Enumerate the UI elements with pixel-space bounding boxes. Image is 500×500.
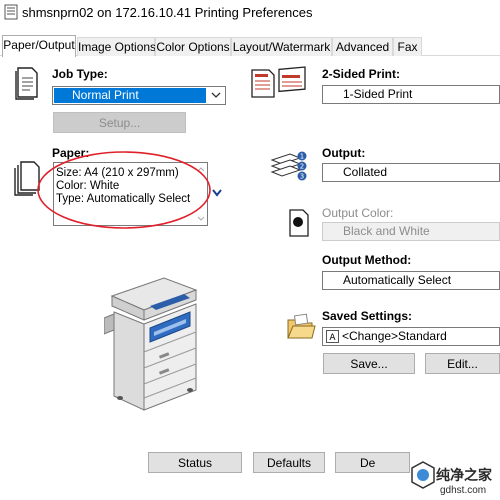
output-select[interactable]: Collated	[322, 163, 500, 182]
tab-advanced[interactable]: Advanced	[332, 37, 393, 56]
paper-stack-icon	[14, 161, 40, 196]
saved-settings-value: <Change>Standard	[342, 329, 447, 343]
saved-settings-label: Saved Settings:	[322, 309, 413, 323]
paper-type-text: Type: Automatically Select	[56, 193, 191, 205]
output-method-label: Output Method:	[322, 253, 412, 267]
printer-illustration	[104, 277, 198, 411]
output-color-value: Black and White	[343, 224, 430, 238]
paper-info-box[interactable]: Size: A4 (210 x 297mm) Color: White Type…	[53, 162, 208, 226]
job-type-label: Job Type:	[52, 67, 108, 81]
job-type-document-icon	[15, 67, 38, 100]
status-button[interactable]: Status	[148, 452, 242, 473]
svg-text:2: 2	[300, 163, 304, 171]
window-title: shmsnprn02 on 172.16.10.41 Printing Pref…	[22, 5, 313, 20]
paper-color-text: Color: White	[56, 180, 120, 192]
scroll-down-icon[interactable]	[197, 216, 205, 222]
output-color-select[interactable]: Black and White	[322, 222, 500, 241]
tab-paper-output[interactable]: Paper/Output	[2, 35, 76, 57]
title-bar: shmsnprn02 on 172.16.10.41 Printing Pref…	[0, 0, 500, 26]
output-color-label: Output Color:	[322, 206, 394, 220]
defaults-button[interactable]: Defaults	[253, 452, 325, 473]
two-sided-print-icon	[251, 66, 306, 98]
tab-image-options[interactable]: Image Options	[77, 37, 156, 56]
scroll-up-icon[interactable]	[197, 166, 205, 172]
job-type-select[interactable]: Normal Print	[52, 86, 226, 105]
save-button[interactable]: Save...	[323, 353, 415, 374]
collated-output-icon: 1 2 3	[270, 151, 307, 181]
tab-fax[interactable]: Fax	[393, 37, 422, 56]
two-sided-print-label: 2-Sided Print:	[322, 67, 401, 81]
tab-color-options[interactable]: Color Options	[155, 37, 231, 56]
output-label: Output:	[322, 146, 366, 160]
saved-settings-select[interactable]: A <Change>Standard	[322, 327, 500, 346]
svg-text:1: 1	[300, 153, 304, 161]
paper-dropdown-button[interactable]	[208, 162, 224, 226]
setup-button[interactable]: Setup...	[53, 112, 186, 133]
job-type-value: Normal Print	[54, 88, 206, 103]
output-color-icon	[289, 209, 309, 237]
two-sided-print-value: 1-Sided Print	[343, 87, 413, 101]
edit-button[interactable]: Edit...	[425, 353, 500, 374]
defaults-2-button[interactable]: De	[335, 452, 410, 473]
output-value: Collated	[343, 165, 388, 179]
output-method-select[interactable]: Automatically Select	[322, 271, 500, 290]
two-sided-print-select[interactable]: 1-Sided Print	[322, 85, 500, 104]
folder-icon	[287, 313, 316, 339]
tab-strip: Paper/Output Image Options Color Options…	[0, 35, 500, 57]
tab-layout-watermark[interactable]: Layout/Watermark	[231, 37, 332, 56]
chevron-down-icon	[212, 189, 222, 197]
paper-label: Paper:	[52, 146, 90, 160]
printer-app-icon	[4, 4, 18, 20]
svg-text:3: 3	[300, 173, 304, 181]
watermark-logo-icon	[411, 461, 435, 489]
watermark-text: 纯净之家	[436, 467, 492, 483]
output-method-value: Automatically Select	[343, 273, 452, 287]
watermark-url: gdhst.com	[440, 485, 487, 496]
paper-size-text: Size: A4 (210 x 297mm)	[56, 167, 179, 179]
chevron-down-icon	[211, 92, 221, 98]
